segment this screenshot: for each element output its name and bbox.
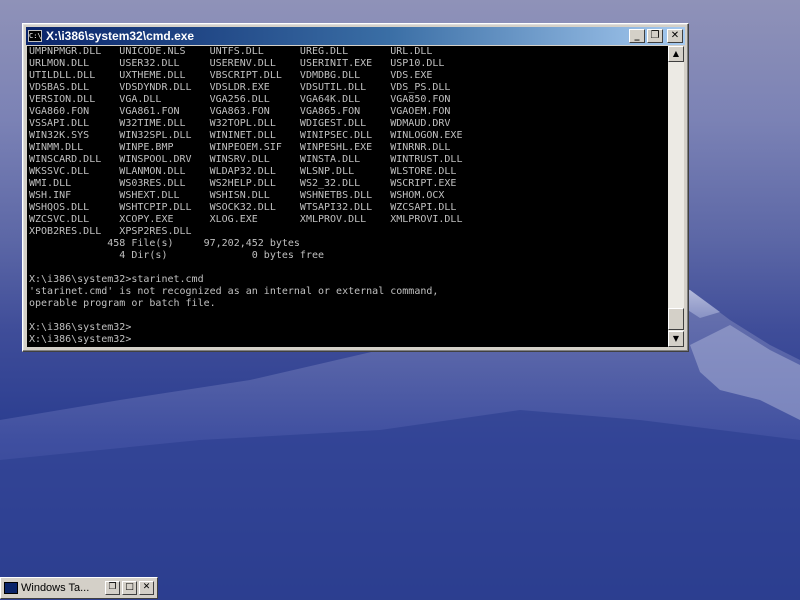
console-line: WKSSVC.DLL WLANMON.DLL WLDAP32.DLL WLSNP… xyxy=(29,166,457,177)
console-line: WIN32K.SYS WIN32SPL.DLL WININET.DLL WINI… xyxy=(29,130,463,141)
console-line: X:\i386\system32>starinet.cmd xyxy=(29,274,204,285)
window-title: X:\i386\system32\cmd.exe xyxy=(46,29,195,43)
console-line: WINMM.DLL WINPE.BMP WINPEOEM.SIF WINPESH… xyxy=(29,142,451,153)
console-line: 'starinet.cmd' is not recognized as an i… xyxy=(29,286,439,297)
console-line: WINSCARD.DLL WINSPOOL.DRV WINSRV.DLL WIN… xyxy=(29,154,463,165)
console-line: VERSION.DLL VGA.DLL VGA256.DLL VGA64K.DL… xyxy=(29,94,451,105)
console-line: VGA860.FON VGA861.FON VGA863.FON VGA865.… xyxy=(29,106,451,117)
console-line: VDSBAS.DLL VDSDYNDR.DLL VDSLDR.EXE VDSUT… xyxy=(29,82,451,93)
console-line: WZCSVC.DLL XCOPY.EXE XLOG.EXE XMLPROV.DL… xyxy=(29,214,463,225)
console-line: XPOB2RES.DLL XPSP2RES.DLL xyxy=(29,226,192,237)
console-line: X:\i386\system32> xyxy=(29,334,132,345)
taskbar-close-button[interactable]: ✕ xyxy=(139,581,154,595)
close-button[interactable]: ✕ xyxy=(667,29,683,43)
console-line: URLMON.DLL USER32.DLL USERENV.DLL USERIN… xyxy=(29,58,445,69)
vertical-scrollbar[interactable]: ▲ ▼ xyxy=(668,46,684,347)
taskbar-item-label: Windows Ta... xyxy=(21,582,90,594)
console-line: UMPNPMGR.DLL UNICODE.NLS UNTFS.DLL UREG.… xyxy=(29,46,433,57)
console-line: operable program or batch file. xyxy=(29,298,216,309)
restore-button[interactable]: ❐ xyxy=(647,29,663,43)
taskbar-item-windows-task-manager[interactable]: Windows Ta... ❐ □ ✕ xyxy=(0,577,158,599)
console-output-area[interactable]: UMPNPMGR.DLL UNICODE.NLS UNTFS.DLL UREG.… xyxy=(27,46,668,347)
console-line: 4 Dir(s) 0 bytes free xyxy=(29,250,325,261)
task-manager-icon xyxy=(4,582,18,594)
console-line: WSH.INF WSHEXT.DLL WSHISN.DLL WSHNETBS.D… xyxy=(29,190,445,201)
minimize-button[interactable]: _ xyxy=(629,29,645,43)
console-line: 458 File(s) 97,202,452 bytes xyxy=(29,238,300,249)
console-line: WSHQOS.DLL WSHTCPIP.DLL WSOCK32.DLL WTSA… xyxy=(29,202,457,213)
console-line: WMI.DLL WS03RES.DLL WS2HELP.DLL WS2_32.D… xyxy=(29,178,457,189)
console-line: VSSAPI.DLL W32TIME.DLL W32TOPL.DLL WDIGE… xyxy=(29,118,451,129)
taskbar-restore-button[interactable]: ❐ xyxy=(105,581,120,595)
scroll-down-button[interactable]: ▼ xyxy=(668,331,684,347)
console-line: UTILDLL.DLL UXTHEME.DLL VBSCRIPT.DLL VDM… xyxy=(29,70,433,81)
taskbar-maximize-button[interactable]: □ xyxy=(122,581,137,595)
scroll-up-button[interactable]: ▲ xyxy=(668,46,684,62)
console-line: X:\i386\system32> xyxy=(29,322,132,333)
console-text: UMPNPMGR.DLL UNICODE.NLS UNTFS.DLL UREG.… xyxy=(27,46,668,346)
cmd-app-icon[interactable]: C:\ xyxy=(28,30,42,42)
cmd-window[interactable]: C:\ X:\i386\system32\cmd.exe _ ❐ ✕ UMPNP… xyxy=(22,23,689,352)
scroll-thumb[interactable] xyxy=(668,308,684,330)
title-bar[interactable]: C:\ X:\i386\system32\cmd.exe _ ❐ ✕ xyxy=(26,27,685,45)
